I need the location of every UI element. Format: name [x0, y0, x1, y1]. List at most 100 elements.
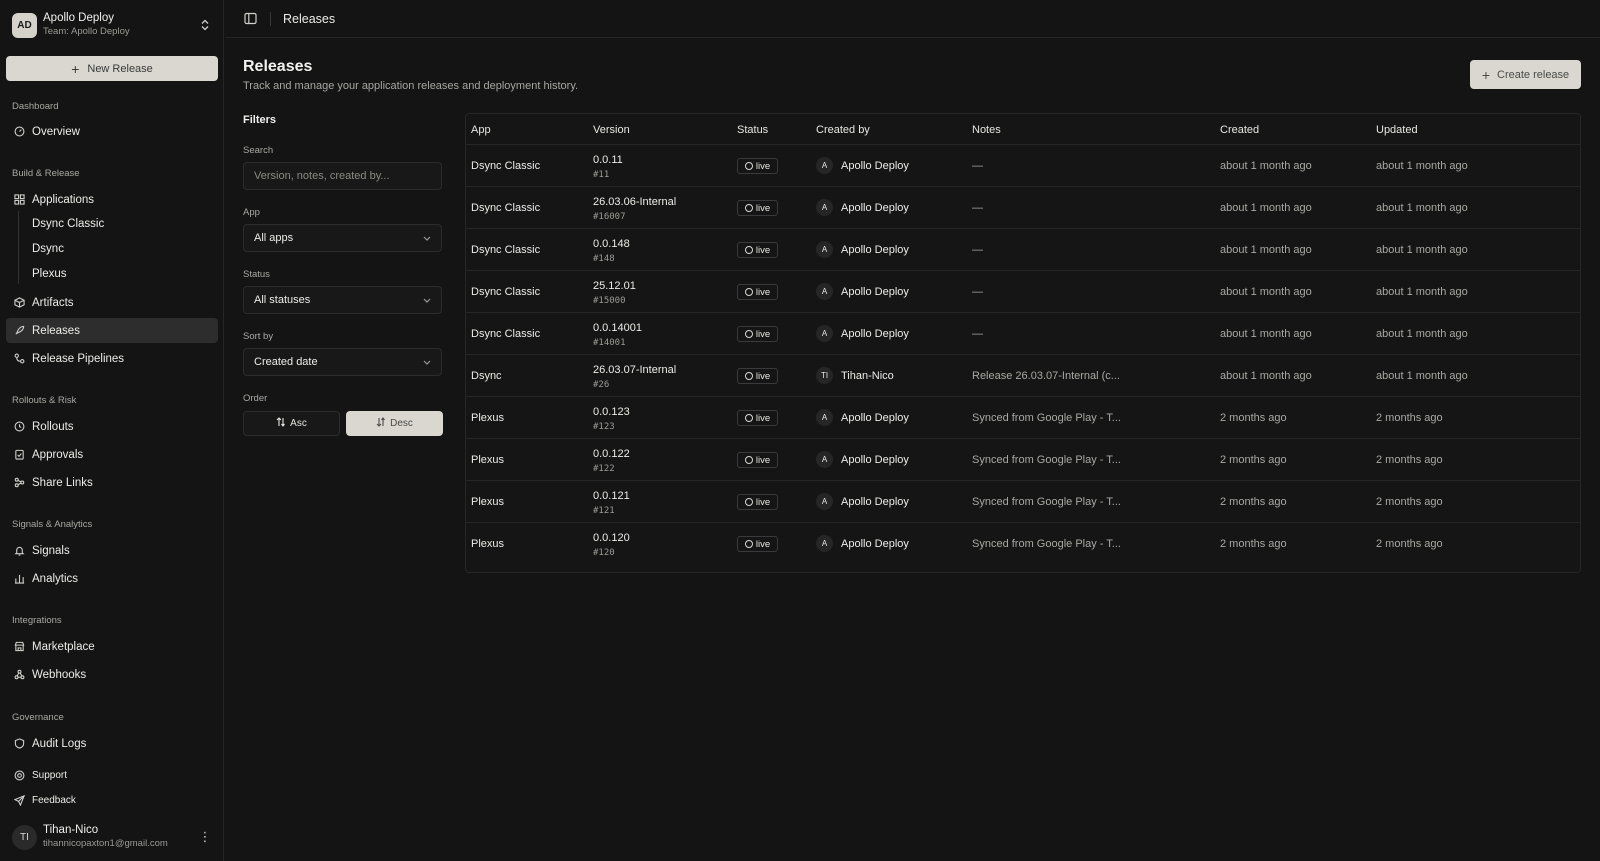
avatar: A — [816, 325, 833, 342]
status-select[interactable]: All statuses — [243, 286, 442, 314]
row-notes: — — [972, 286, 983, 298]
sidebar-item-artifacts[interactable]: Artifacts — [6, 290, 218, 315]
status-badge: live — [737, 326, 778, 342]
row-app: Dsync Classic — [471, 244, 541, 256]
row-notes: — — [972, 244, 983, 256]
sidebar-subitem-dsync-classic[interactable]: Dsync Classic — [32, 218, 104, 230]
clipboard-check-icon — [13, 449, 25, 461]
sidebar-item-feedback[interactable]: Feedback — [6, 789, 218, 811]
sidebar-item-signals[interactable]: Signals — [6, 538, 218, 563]
row-notes: — — [972, 160, 983, 172]
group-label-rollouts: Rollouts & Risk — [12, 395, 77, 406]
row-version: 25.12.01 — [593, 280, 636, 292]
sidebar-item-marketplace[interactable]: Marketplace — [6, 634, 218, 659]
sidebar-item-overview[interactable]: Overview — [6, 119, 218, 144]
row-app: Plexus — [471, 412, 505, 424]
row-version: 0.0.121 — [593, 490, 630, 502]
avatar: A — [816, 451, 833, 468]
sidebar-item-release-pipelines[interactable]: Release Pipelines — [6, 346, 218, 371]
table-row[interactable]: Plexus 0.0.120 #120 live A Apollo Deploy… — [466, 522, 1580, 565]
search-label: Search — [243, 145, 274, 156]
row-created-by: TI Tihan-Nico — [816, 367, 894, 384]
avatar: TI — [816, 367, 833, 384]
table-row[interactable]: Plexus 0.0.122 #122 live A Apollo Deploy… — [466, 438, 1580, 481]
row-created-by: A Apollo Deploy — [816, 493, 909, 510]
status-badge: live — [737, 368, 778, 384]
gauge-icon — [13, 126, 25, 138]
sidebar-item-share-links[interactable]: Share Links — [6, 470, 218, 495]
sidebar-item-audit-logs[interactable]: Audit Logs — [6, 731, 218, 756]
team-avatar: AD — [12, 12, 37, 38]
user-name: Tihan-Nico — [43, 824, 99, 836]
row-created: about 1 month ago — [1220, 370, 1312, 382]
order-asc-button[interactable]: Asc — [243, 411, 340, 436]
sidebar-item-support[interactable]: Support — [6, 764, 218, 786]
row-updated: 2 months ago — [1376, 496, 1443, 508]
plus-icon: + — [1481, 66, 1491, 83]
user-profile[interactable]: TI Tihan-Nico tihannicopaxton1@gmail.com… — [8, 822, 216, 852]
row-notes: Synced from Google Play - T... — [972, 412, 1121, 424]
page-description: Track and manage your application releas… — [243, 80, 579, 92]
avatar: A — [816, 493, 833, 510]
table-row[interactable]: Plexus 0.0.121 #121 live A Apollo Deploy… — [466, 480, 1580, 523]
table-row[interactable]: Dsync Classic 0.0.14001 #14001 live A Ap… — [466, 312, 1580, 355]
sidebar-item-approvals[interactable]: Approvals — [6, 442, 218, 467]
sort-label: Sort by — [243, 331, 274, 342]
status-badge: live — [737, 158, 778, 174]
row-updated: 2 months ago — [1376, 412, 1443, 424]
sidebar-item-applications[interactable]: Applications — [6, 187, 218, 212]
row-created-by: A Apollo Deploy — [816, 325, 909, 342]
create-release-button[interactable]: + Create release — [1470, 60, 1581, 89]
more-vertical-icon[interactable]: ⋮ — [198, 829, 212, 845]
table-row[interactable]: Dsync 26.03.07-Internal #26 live TI Tiha… — [466, 354, 1580, 397]
table-row[interactable]: Dsync Classic 0.0.11 #11 live A Apollo D… — [466, 144, 1580, 187]
sidebar-toggle-icon[interactable] — [242, 11, 258, 27]
column-header-app[interactable]: App — [471, 124, 491, 136]
row-created-by: A Apollo Deploy — [816, 409, 909, 426]
row-build-number: #15000 — [593, 296, 626, 306]
plus-icon: + — [71, 60, 80, 77]
webhook-icon — [13, 669, 25, 681]
table-row[interactable]: Dsync Classic 25.12.01 #15000 live A Apo… — [466, 270, 1580, 313]
column-header-notes[interactable]: Notes — [972, 124, 1001, 136]
column-header-version[interactable]: Version — [593, 124, 630, 136]
column-header-created-by[interactable]: Created by — [816, 124, 870, 136]
status-badge: live — [737, 242, 778, 258]
team-switcher[interactable]: AD Apollo Deploy Team: Apollo Deploy — [8, 8, 216, 42]
row-updated: 2 months ago — [1376, 538, 1443, 550]
row-notes: Synced from Google Play - T... — [972, 454, 1121, 466]
sidebar-item-releases[interactable]: Releases — [6, 318, 218, 343]
row-updated: about 1 month ago — [1376, 370, 1468, 382]
app-select[interactable]: All apps — [243, 224, 442, 252]
table-row[interactable]: Plexus 0.0.123 #123 live A Apollo Deploy… — [466, 396, 1580, 439]
circle-icon — [744, 540, 753, 548]
status-badge: live — [737, 284, 778, 300]
row-notes: Release 26.03.07-Internal (c... — [972, 370, 1120, 382]
table-row[interactable]: Dsync Classic 0.0.148 #148 live A Apollo… — [466, 228, 1580, 271]
column-header-updated[interactable]: Updated — [1376, 124, 1418, 136]
table-row[interactable]: Dsync Classic 26.03.06-Internal #16007 l… — [466, 186, 1580, 229]
row-created: 2 months ago — [1220, 496, 1287, 508]
sort-select[interactable]: Created date — [243, 348, 442, 376]
sort-descending-icon — [376, 417, 386, 430]
sidebar-item-analytics[interactable]: Analytics — [6, 566, 218, 591]
group-label-signals: Signals & Analytics — [12, 519, 93, 530]
order-desc-button[interactable]: Desc — [346, 411, 443, 436]
sidebar-subitem-dsync[interactable]: Dsync — [32, 243, 64, 255]
row-version: 0.0.120 — [593, 532, 630, 544]
row-created-by: A Apollo Deploy — [816, 283, 909, 300]
sidebar-subitem-plexus[interactable]: Plexus — [32, 268, 67, 280]
column-header-created[interactable]: Created — [1220, 124, 1259, 136]
search-input[interactable]: Version, notes, created by... — [243, 162, 442, 190]
row-created: about 1 month ago — [1220, 286, 1312, 298]
user-avatar: TI — [12, 824, 37, 850]
row-updated: about 1 month ago — [1376, 202, 1468, 214]
row-updated: 2 months ago — [1376, 454, 1443, 466]
new-release-button[interactable]: + New Release — [6, 56, 218, 81]
sidebar-item-rollouts[interactable]: Rollouts — [6, 414, 218, 439]
column-header-status[interactable]: Status — [737, 124, 768, 136]
row-created-by: A Apollo Deploy — [816, 241, 909, 258]
sidebar-item-webhooks[interactable]: Webhooks — [6, 662, 218, 687]
top-bar: Releases — [225, 0, 1600, 38]
row-app: Plexus — [471, 454, 505, 466]
